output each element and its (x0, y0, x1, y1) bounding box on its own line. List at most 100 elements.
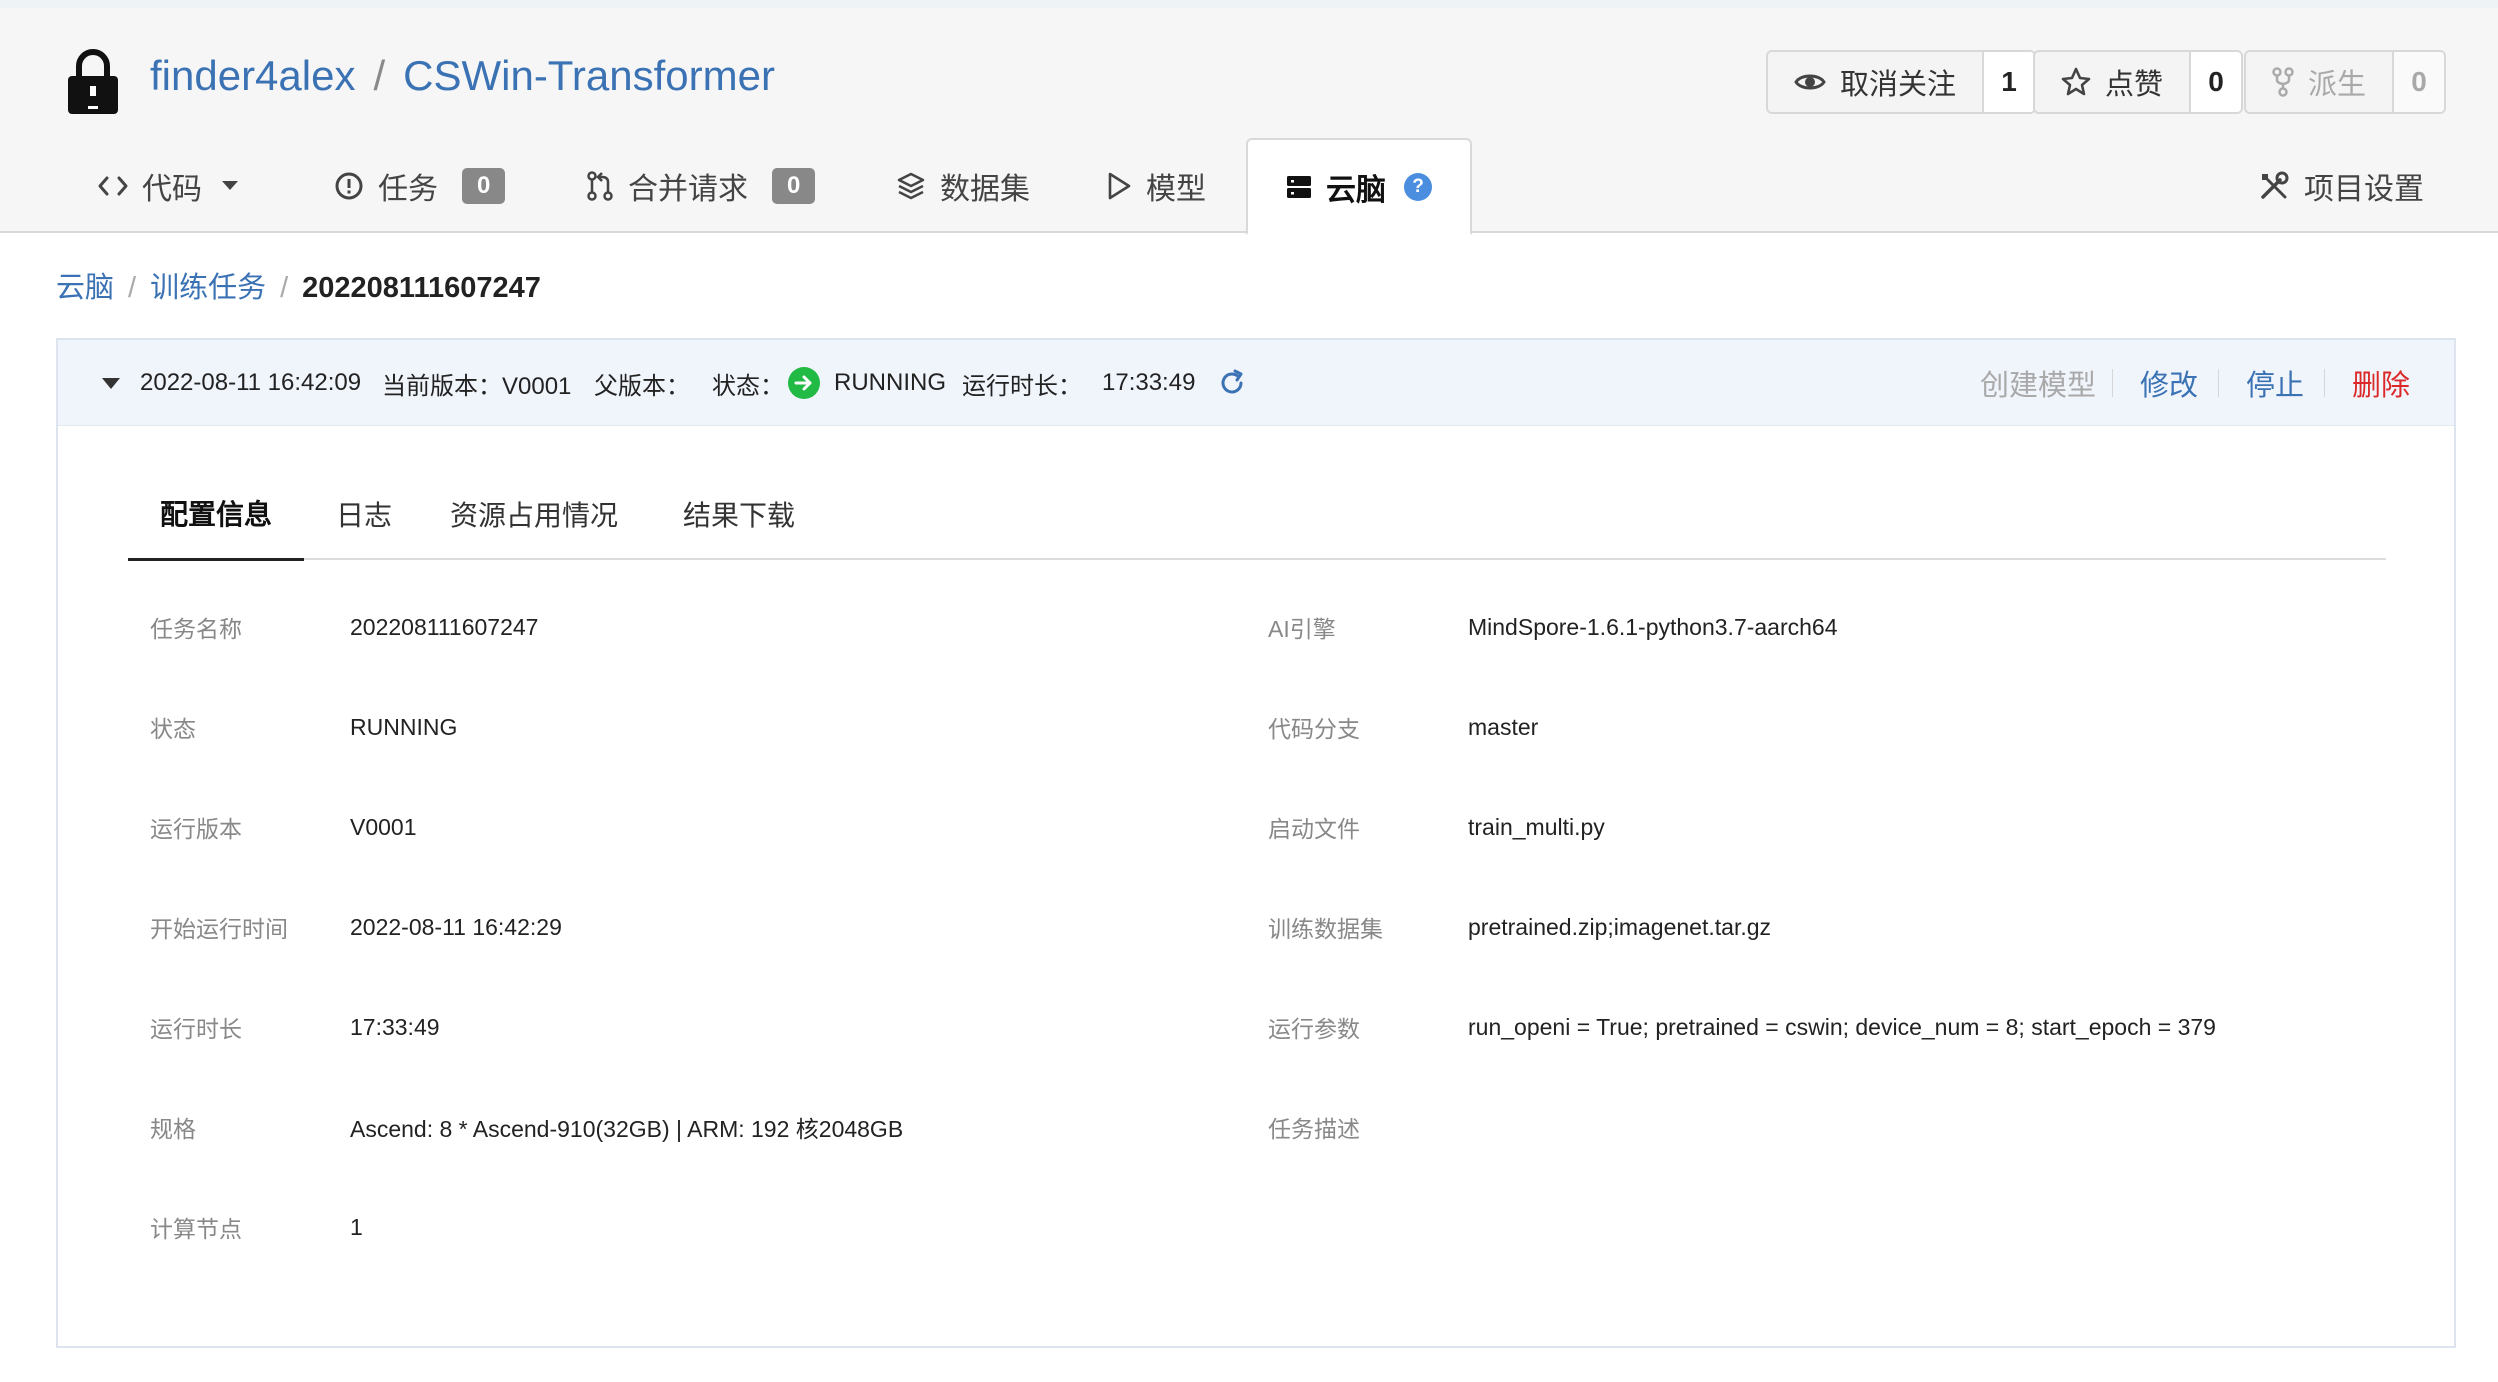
tab-result-download[interactable]: 结果下载 (664, 468, 814, 560)
config-label: 开始运行时间 (150, 916, 288, 942)
caret-down-icon (102, 377, 120, 389)
top-strip (0, 0, 2498, 8)
tab-resource-usage[interactable]: 资源占用情况 (434, 468, 634, 560)
config-label: 启动文件 (1268, 816, 1360, 842)
tab-models-label: 模型 (1146, 172, 1206, 206)
job-summary-bar: 2022-08-11 16:42:09 当前版本：V0001 父版本： 状态： … (58, 340, 2454, 426)
breadcrumb-divider: / (280, 272, 289, 304)
issues-count-badge: 0 (462, 167, 506, 204)
op-divider (2112, 340, 2113, 426)
tools-icon (2261, 171, 2289, 199)
config-label: AI引擎 (1268, 616, 1336, 642)
config-value: run_openi = True; pretrained = cswin; de… (1468, 1013, 2216, 1040)
config-label: 运行时长 (150, 1016, 242, 1042)
tab-datasets[interactable]: 数据集 (896, 138, 1030, 233)
breadcrumb-current: 202208111607247 (302, 272, 541, 304)
refresh-icon[interactable] (1218, 340, 1246, 426)
tab-settings[interactable]: 项目设置 (2258, 138, 2424, 233)
tab-pull-requests[interactable]: 合并请求 0 (586, 138, 816, 233)
fork-group: 派生 0 (2244, 50, 2447, 114)
pull-request-icon (587, 170, 613, 201)
config-label: 运行版本 (150, 816, 242, 842)
fork-count[interactable]: 0 (2392, 52, 2445, 112)
unwatch-button[interactable]: 取消关注 (1768, 52, 1982, 112)
parent-version: 父版本： (594, 372, 690, 400)
job-created-at: 2022-08-11 16:42:09 (140, 369, 362, 396)
eye-icon (1794, 74, 1826, 90)
config-label: 训练数据集 (1268, 916, 1383, 942)
breadcrumb: 云脑 / 训练任务 / 202208111607247 (56, 268, 541, 308)
config-row: AI引擎 MindSpore-1.6.1-python3.7-aarch64 (1198, 597, 2448, 657)
tab-issues[interactable]: 任务 0 (334, 138, 506, 233)
help-icon[interactable]: ? (1404, 172, 1432, 201)
config-label: 运行参数 (1268, 1016, 1360, 1042)
create-model-button[interactable]: 创建模型 (1980, 340, 2096, 426)
delete-button[interactable]: 删除 (2352, 340, 2410, 426)
tab-logs[interactable]: 日志 (324, 468, 404, 560)
config-label: 状态 (150, 716, 196, 742)
status-value: RUNNING (834, 369, 946, 396)
config-row: 运行时长 17:33:49 (58, 997, 1158, 1057)
star-icon (2061, 67, 2091, 96)
tab-datasets-label: 数据集 (940, 172, 1030, 206)
config-value: train_multi.py (1468, 813, 1605, 840)
status-running-icon (788, 340, 820, 426)
tab-issues-label: 任务 (378, 172, 438, 206)
config-value: 17:33:49 (350, 1013, 440, 1040)
op-divider (2324, 340, 2325, 426)
breadcrumb-cloudbrain-link[interactable]: 云脑 (56, 272, 114, 304)
layers-icon (897, 172, 925, 199)
config-row: 任务名称 202208111607247 (58, 597, 1158, 657)
watch-count[interactable]: 1 (1982, 52, 2035, 112)
tab-cloudbrain[interactable]: 云脑 ? (1246, 138, 1472, 235)
repo-tabs: 代码 任务 0 合并请求 0 数据集 模型 云脑 ? 项目设置 (0, 138, 2498, 235)
play-outline-icon (1108, 172, 1131, 199)
config-row: 计算节点 1 (58, 1197, 1158, 1257)
duration-label: 运行时长： (962, 372, 1082, 400)
alert-circle-icon (335, 172, 363, 199)
config-value: pretrained.zip;imagenet.tar.gz (1468, 913, 1772, 940)
config-value: Ascend: 8 * Ascend-910(32GB) | ARM: 192 … (350, 1116, 904, 1142)
tab-config-info[interactable]: 配置信息 (128, 468, 304, 561)
breadcrumb-divider: / (128, 272, 137, 304)
config-value: 202208111607247 (350, 613, 539, 640)
config-row: 规格 Ascend: 8 * Ascend-910(32GB) | ARM: 1… (58, 1097, 1158, 1157)
fork-icon (2272, 67, 2294, 97)
config-value: MindSpore-1.6.1-python3.7-aarch64 (1468, 613, 1838, 640)
star-label: 点赞 (2105, 69, 2164, 101)
tab-cloudbrain-label: 云脑 (1326, 173, 1386, 207)
chevron-down-icon (222, 181, 238, 190)
modify-button[interactable]: 修改 (2140, 340, 2198, 426)
stop-button[interactable]: 停止 (2246, 340, 2304, 426)
repo-name-link[interactable]: CSWin-Transformer (403, 52, 775, 99)
config-value: master (1468, 713, 1539, 740)
config-row: 代码分支 master (1198, 697, 2448, 757)
current-version: 当前版本：V0001 (382, 372, 572, 400)
job-card: 2022-08-11 16:42:09 当前版本：V0001 父版本： 状态： … (56, 338, 2456, 1348)
config-label: 规格 (150, 1116, 196, 1142)
tab-pulls-label: 合并请求 (628, 172, 748, 206)
fork-label: 派生 (2308, 69, 2367, 101)
duration-value: 17:33:49 (1102, 369, 1196, 396)
tab-models[interactable]: 模型 (1106, 138, 1206, 233)
tab-code-label: 代码 (142, 172, 202, 206)
config-value: 1 (350, 1213, 363, 1240)
config-value: V0001 (350, 813, 417, 840)
server-icon (1287, 175, 1311, 198)
star-button[interactable]: 点赞 (2035, 52, 2189, 112)
config-row: 开始运行时间 2022-08-11 16:42:29 (58, 897, 1158, 957)
star-group: 点赞 0 (2033, 50, 2244, 114)
config-value: 2022-08-11 16:42:29 (350, 913, 562, 940)
pulls-count-badge: 0 (772, 167, 816, 204)
config-label: 计算节点 (150, 1216, 242, 1242)
repo-owner-link[interactable]: finder4alex (150, 52, 355, 99)
status-label: 状态： (712, 372, 784, 400)
fork-button[interactable]: 派生 (2246, 52, 2392, 112)
tab-code[interactable]: 代码 (98, 138, 238, 233)
config-row: 启动文件 train_multi.py (1198, 797, 2448, 857)
breadcrumb-training-jobs-link[interactable]: 训练任务 (150, 272, 266, 304)
config-row: 训练数据集 pretrained.zip;imagenet.tar.gz (1198, 897, 2448, 957)
lock-icon (68, 49, 118, 114)
collapse-toggle[interactable] (102, 340, 120, 426)
star-count[interactable]: 0 (2189, 52, 2242, 112)
